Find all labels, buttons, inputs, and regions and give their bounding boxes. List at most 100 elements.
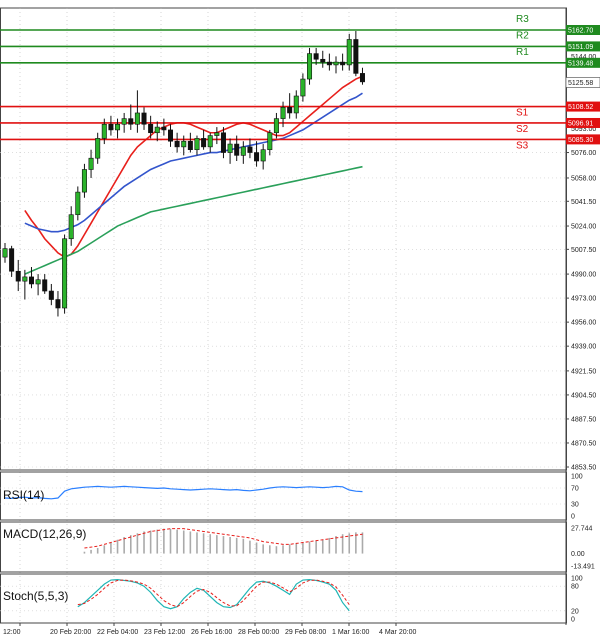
macd-label: MACD(12,26,9) [3,527,86,541]
price-tick-label: 4956.00 [571,320,596,327]
candle-body [300,78,306,97]
macd-tick-label: 0.00 [571,551,585,558]
price-tick-label: 4853.50 [571,465,596,472]
candle-body [128,118,134,125]
candle-body [2,248,8,258]
candle-body [28,276,34,285]
stoch-tick-label: 20 [571,608,579,615]
price-tick-label: 4973.00 [571,296,596,303]
macd-tick-label: -13.491 [571,564,595,571]
candle-body [22,276,28,282]
moving-average-line-3 [24,165,363,275]
rsi-tick-label: 100 [571,474,583,481]
level-value-label-s2: 5096.91 [568,120,593,127]
candle-body [313,53,319,60]
stoch-tick-label: 0 [571,617,575,624]
candle-body [307,53,313,80]
level-value-label-r3: 5162.70 [568,28,593,35]
price-tick-label: 5041.50 [571,199,596,206]
candle-body [181,140,187,148]
candle-body [48,290,54,300]
price-tick-label: 5076.00 [571,150,596,157]
price-tick-label: 5007.50 [571,247,596,254]
rsi-tick-label: 70 [571,486,579,493]
candle-body [254,152,260,162]
stoch-signal-line [77,579,350,608]
candle-body [320,58,326,63]
time-tick-label: 28 Feb 00:00 [238,629,279,636]
candle-body [42,279,48,292]
candle-body [220,132,226,153]
price-tick-label: 4939.00 [571,344,596,351]
candle-body [148,123,154,134]
candle-body [287,107,293,114]
candle-body [35,279,41,285]
candle-body [247,146,253,153]
candle-body [161,126,167,131]
macd-tick-label: 27.744 [571,526,593,533]
time-tick-label: 20 Feb 20:00 [50,629,91,636]
chart-root: 5076.00 5058.00 5041.50 5024.00 5007.50 4990.… [0,0,600,637]
rsi-panel-frame [0,471,567,521]
candle-body [280,107,286,119]
time-tick-label: 12:00 [3,629,21,636]
time-tick-label: 29 Feb 08:00 [285,629,326,636]
candle-body [68,214,74,240]
candle-body [101,123,107,139]
candle-body [81,169,87,193]
stoch-panel-frame [0,573,567,624]
level-name-s1: S1 [516,108,529,119]
candle-body [273,118,279,134]
candle-body [75,191,81,216]
current-price-label: 5125.58 [568,80,593,87]
main-panel-frame [0,7,567,471]
level-name-r1: R1 [516,47,529,58]
candle-body [174,140,180,148]
rsi-label: RSI(14) [3,488,44,502]
candle-body [115,123,121,131]
price-tick-label: 5058.00 [571,175,596,182]
price-tick-label: 5024.00 [571,224,596,231]
candle-body [88,157,94,170]
time-tick-label: 26 Feb 16:00 [191,629,232,636]
candle-body [234,143,240,156]
candle-body [227,143,233,153]
candle-body [267,132,273,151]
candle-body [187,140,193,151]
time-tick-label: 23 Feb 12:00 [144,629,185,636]
candle-body [141,112,147,125]
candle-body [201,138,207,148]
candle-body [15,270,21,282]
candle-body [95,138,101,159]
candle-body [333,61,339,66]
level-name-r3: R3 [516,14,529,25]
moving-average-line-1 [24,75,363,259]
price-tick-label: 4887.50 [571,416,596,423]
candle-body [340,61,346,66]
candle-body [194,138,200,151]
stoch-tick-label: 100 [571,576,583,583]
candle-body [62,238,68,309]
price-tick-label: 4921.50 [571,368,596,375]
level-name-s2: S2 [516,124,529,135]
stoch-main-line [77,579,350,612]
candle-body [260,149,266,162]
candle-body [168,129,174,142]
rsi-tick-label: 30 [571,502,579,509]
price-tick-label: 4990.00 [571,272,596,279]
price-tick-label: 4870.50 [571,440,596,447]
level-name-r2: R2 [516,30,529,41]
stoch-label: Stoch(5,5,3) [3,589,68,603]
stoch-tick-label: 80 [571,584,579,591]
level-value-label-r1: 5139.48 [568,60,593,67]
candle-body [293,95,299,114]
level-value-label-s3: 5085.30 [568,137,593,144]
level-value-label-s1: 5108.52 [568,104,593,111]
level-name-s3: S3 [516,140,529,151]
time-tick-label: 1 Mar 16:00 [332,629,369,636]
candle-body [346,39,352,66]
candle-body [326,61,332,66]
candle-body [154,126,160,134]
candle-body [359,73,365,83]
price-chart-svg: 5076.00 5058.00 5041.50 5024.00 5007.50 4990.… [0,7,600,636]
